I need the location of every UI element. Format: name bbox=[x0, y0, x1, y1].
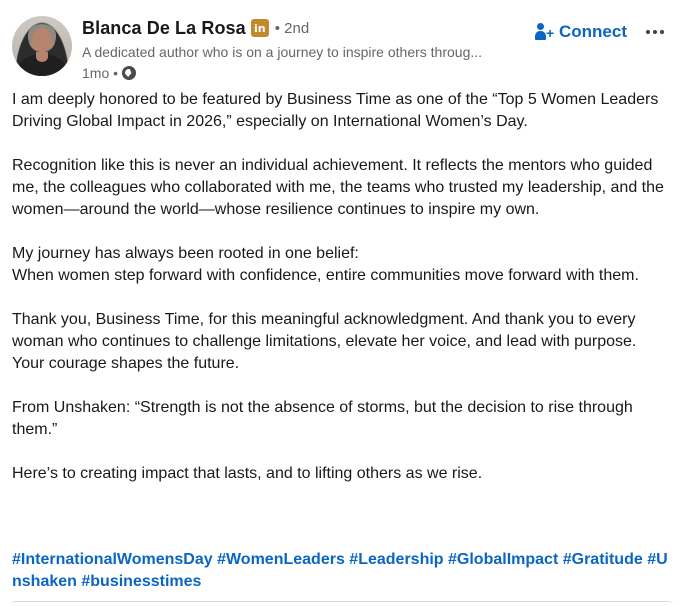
name-row: Blanca De La Rosa in • 2nd bbox=[82, 14, 542, 42]
post-paragraph: My journey has always been rooted in one… bbox=[12, 245, 639, 284]
connection-degree: • 2nd bbox=[274, 19, 310, 37]
author-meta: Blanca De La Rosa in • 2nd A dedicated a… bbox=[82, 14, 542, 84]
connect-label: Connect bbox=[559, 22, 627, 41]
post-paragraph: I am deeply honored to be featured by Bu… bbox=[12, 91, 659, 130]
connect-button[interactable]: + Connect bbox=[535, 18, 627, 46]
post-time: 1mo • bbox=[82, 65, 119, 81]
post-card: Blanca De La Rosa in • 2nd A dedicated a… bbox=[0, 0, 683, 606]
author-name[interactable]: Blanca De La Rosa bbox=[82, 18, 246, 39]
next-section-edge bbox=[10, 601, 673, 606]
hashtag-link[interactable]: #Leadership bbox=[349, 551, 443, 568]
hashtag-link[interactable]: #InternationalWomensDay bbox=[12, 551, 213, 568]
more-options-button[interactable] bbox=[643, 20, 667, 44]
post-body: I am deeply honored to be featured by Bu… bbox=[12, 89, 672, 505]
post-paragraph: Recognition like this is never an indivi… bbox=[12, 157, 664, 218]
hashtag-list: #InternationalWomensDay #WomenLeaders #L… bbox=[12, 549, 674, 593]
add-person-icon: + bbox=[535, 22, 555, 42]
more-horizontal-icon bbox=[646, 30, 650, 34]
post-time-row: 1mo • bbox=[82, 62, 542, 84]
avatar-collar bbox=[36, 52, 48, 62]
post-paragraph: Thank you, Business Time, for this meani… bbox=[12, 311, 637, 372]
more-dot bbox=[653, 30, 657, 34]
hashtag-link[interactable]: #GlobalImpact bbox=[448, 551, 558, 568]
globe-icon bbox=[122, 66, 137, 80]
hashtag-link[interactable]: #businesstimes bbox=[81, 573, 201, 590]
more-dot bbox=[660, 30, 664, 34]
post-paragraph: From Unshaken: “Strength is not the abse… bbox=[12, 399, 633, 438]
post-header: Blanca De La Rosa in • 2nd A dedicated a… bbox=[12, 14, 673, 81]
author-headline[interactable]: A dedicated author who is on a journey t… bbox=[82, 42, 542, 62]
hashtag-link[interactable]: #WomenLeaders bbox=[217, 551, 345, 568]
post-paragraph: Here’s to creating impact that lasts, an… bbox=[12, 465, 483, 482]
avatar-face bbox=[32, 28, 52, 52]
hashtag-link[interactable]: #Gratitude bbox=[563, 551, 643, 568]
avatar[interactable] bbox=[12, 16, 72, 76]
linkedin-premium-icon: in bbox=[250, 19, 269, 37]
